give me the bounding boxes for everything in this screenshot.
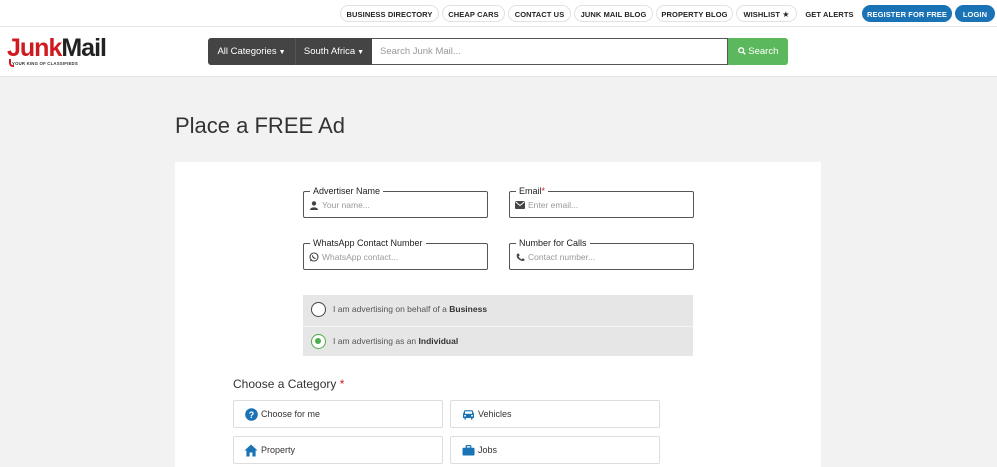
radio-business-label: I am advertising on behalf of a Business xyxy=(333,304,487,314)
category-label: Jobs xyxy=(478,445,498,455)
caret-down-icon: ▼ xyxy=(278,49,286,56)
nav-label: BUSINESS DIRECTORY xyxy=(346,10,433,19)
radio-business[interactable]: I am advertising on behalf of a Business xyxy=(303,295,693,325)
phone-input[interactable] xyxy=(528,248,688,266)
home-icon xyxy=(244,443,258,457)
nav-label: CONTACT US xyxy=(514,10,565,19)
radio-individual[interactable]: I am advertising as an Individual xyxy=(303,326,693,356)
briefcase-icon xyxy=(461,443,475,457)
envelope-icon xyxy=(515,199,525,211)
country-dropdown-label: South Africa xyxy=(303,46,356,57)
nav-label: CHEAP CARS xyxy=(448,10,499,19)
question-circle-icon: ? xyxy=(244,407,258,421)
phone-icon xyxy=(515,251,525,263)
svg-text:?: ? xyxy=(248,409,254,419)
email-input[interactable] xyxy=(528,196,688,214)
nav-junk-mail-blog[interactable]: JUNK MAIL BLOG xyxy=(574,5,653,22)
logo-wordmark: JunkMail xyxy=(7,34,107,62)
radio-business-prefix: I am advertising on behalf of a xyxy=(333,304,450,314)
login-button[interactable]: LOGIN xyxy=(955,5,995,22)
logo-tagline: YOUR KING OF CLASSIFIEDS xyxy=(12,61,78,66)
nav-label: WISHLIST xyxy=(743,10,781,19)
category-label: Vehicles xyxy=(478,409,512,419)
category-dropdown[interactable]: All Categories ▼ xyxy=(208,38,295,65)
site-header: JunkMail YOUR KING OF CLASSIFIEDS All Ca… xyxy=(0,27,997,77)
nav-contact-us[interactable]: CONTACT US xyxy=(508,5,571,22)
search-bar: All Categories ▼ South Africa ▼ Search xyxy=(208,38,788,65)
logo-part-mail: Mail xyxy=(61,34,107,62)
category-title-text: Choose a Category xyxy=(233,377,337,391)
category-label: Choose for me xyxy=(261,409,321,419)
category-property[interactable]: Property xyxy=(233,436,443,464)
category-section-title: Choose a Category * xyxy=(233,377,344,391)
required-marker: * xyxy=(339,377,345,391)
nav-label: GET ALERTS xyxy=(805,10,854,19)
nav-property-blog[interactable]: PROPERTY BLOG xyxy=(656,5,733,22)
phone-field[interactable]: Number for Calls xyxy=(509,237,694,270)
country-dropdown[interactable]: South Africa ▼ xyxy=(295,38,372,65)
whatsapp-icon xyxy=(309,251,319,263)
email-label-text: Email xyxy=(519,186,542,196)
whatsapp-field[interactable]: WhatsApp Contact Number xyxy=(303,237,488,270)
caret-down-icon: ▼ xyxy=(357,49,365,56)
register-button[interactable]: REGISTER FOR FREE xyxy=(862,5,952,22)
category-jobs[interactable]: Jobs xyxy=(450,436,660,464)
nav-label: JUNK MAIL BLOG xyxy=(580,10,647,19)
category-choose-for-me[interactable]: ? Choose for me xyxy=(233,400,443,428)
phone-label-text: Number for Calls xyxy=(519,238,587,248)
logo-part-junk: Junk xyxy=(7,34,62,62)
radio-individual-label: I am advertising as an Individual xyxy=(333,336,458,346)
radio-circle-unchecked[interactable] xyxy=(311,302,326,317)
nav-wishlist[interactable]: WISHLIST ★ xyxy=(736,5,797,22)
nav-get-alerts[interactable]: GET ALERTS xyxy=(800,5,859,22)
advertiser-name-field[interactable]: Advertiser Name xyxy=(303,185,488,218)
radio-business-bold: Business xyxy=(449,304,488,314)
user-icon xyxy=(309,199,319,211)
category-dropdown-label: All Categories xyxy=(217,46,277,57)
radio-individual-prefix: I am advertising as an xyxy=(333,336,419,346)
whatsapp-label-text: WhatsApp Contact Number xyxy=(313,238,423,248)
nav-label: LOGIN xyxy=(962,10,988,19)
email-field[interactable]: Email* xyxy=(509,185,694,218)
top-navigation: BUSINESS DIRECTORY CHEAP CARS CONTACT US… xyxy=(0,0,997,27)
category-label: Property xyxy=(261,445,296,455)
junkmail-logo[interactable]: JunkMail YOUR KING OF CLASSIFIEDS xyxy=(7,35,107,69)
radio-individual-bold: Individual xyxy=(418,336,459,346)
nav-label: PROPERTY BLOG xyxy=(661,10,728,19)
nav-label: REGISTER FOR FREE xyxy=(866,10,948,19)
search-icon xyxy=(737,47,746,55)
nav-cheap-cars[interactable]: CHEAP CARS xyxy=(442,5,505,22)
whatsapp-input[interactable] xyxy=(322,248,482,266)
car-icon xyxy=(461,407,475,421)
search-button-label: Search xyxy=(748,46,779,57)
star-icon: ★ xyxy=(782,10,790,19)
advertiser-name-input[interactable] xyxy=(322,196,482,214)
search-input[interactable] xyxy=(372,38,728,65)
advertiser-name-label-text: Advertiser Name xyxy=(313,186,381,196)
advertiser-type-group: I am advertising on behalf of a Business… xyxy=(303,295,693,356)
page-title: Place a FREE Ad xyxy=(175,113,345,138)
radio-circle-checked[interactable] xyxy=(311,334,326,349)
nav-business-directory[interactable]: BUSINESS DIRECTORY xyxy=(340,5,439,22)
required-marker: * xyxy=(541,186,546,196)
category-vehicles[interactable]: Vehicles xyxy=(450,400,660,428)
search-button[interactable]: Search xyxy=(728,38,788,65)
